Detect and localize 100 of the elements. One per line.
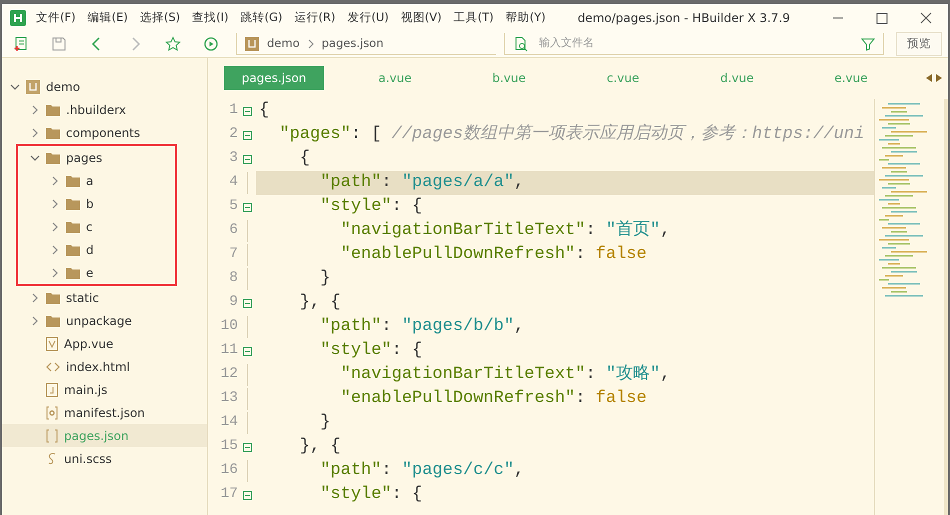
code-line: } [319,412,332,434]
fold-icon[interactable] [242,490,252,500]
tree-item[interactable]: d [18,238,175,261]
tree-item-label: pages.json [64,428,129,444]
scroll-left-icon[interactable] [926,74,932,82]
folder-icon [46,314,60,326]
settings-file-icon [46,406,58,420]
tree-item[interactable]: demo [2,75,207,98]
maximize-icon[interactable] [875,12,889,24]
preview-button[interactable]: 预览 [896,32,942,56]
line-number: 15 [220,437,238,456]
chevron-down-icon[interactable] [30,152,40,162]
code-line: "style": { [319,340,424,362]
tree-item-label: c [86,218,93,236]
fold-icon[interactable] [242,154,252,164]
line-number: 14 [220,413,238,432]
tree-item[interactable]: .hbuilderx [2,98,207,121]
tree-item-label: uni.scss [64,450,112,468]
tree-item[interactable]: e [18,261,175,284]
tree-item[interactable]: App.vue [2,332,207,355]
line-number: 17 [220,485,238,504]
code-line: "navigationBarTitleText": "攻略", [340,364,672,386]
fold-icon[interactable] [242,346,252,356]
line-number: 7 [228,245,238,264]
line-number: 16 [220,461,238,480]
code-line: "path": "pages/b/b", [319,316,526,338]
tree-item[interactable]: main.js [2,378,207,401]
tree-item-label: index.html [66,358,130,376]
chevron-right-icon[interactable] [50,222,60,232]
code-line: } [319,268,332,290]
menu-item[interactable]: 运行(R) [288,8,342,26]
chevron-right-icon[interactable] [30,316,40,326]
chevron-right-icon[interactable] [50,176,60,186]
chevron-right-icon[interactable] [50,244,60,254]
save-icon[interactable] [51,36,67,52]
menu-item[interactable]: 查找(I) [186,8,234,26]
code-line: "navigationBarTitleText": "首页", [340,219,672,242]
chevron-right-icon[interactable] [30,104,40,114]
scrollbar[interactable] [944,99,948,515]
tree-item[interactable]: pages [18,146,175,169]
menu-item[interactable]: 帮助(Y) [500,8,552,26]
tree-item[interactable]: manifest.json [2,401,207,424]
close-icon[interactable] [919,12,933,24]
tree-item[interactable]: index.html [2,355,207,378]
menu-item[interactable]: 编辑(E) [82,8,134,26]
code-line: "pages": [ //pages数组中第一项表示应用启动页，参考：https://uni [278,123,866,146]
scss-file-icon [46,452,58,466]
folder-icon [66,198,80,210]
folder-icon [46,104,60,116]
line-number: 1 [228,101,238,120]
filter-icon[interactable] [861,36,875,50]
tree-item[interactable]: b [18,192,175,215]
tree-item[interactable]: a [18,169,175,192]
file-search-field[interactable]: 输入文件名 [537,34,853,53]
menu-item[interactable]: 视图(V) [394,8,448,26]
tree-item-label: App.vue [64,336,114,352]
breadcrumb-item[interactable]: pages.json [322,34,384,52]
folder-icon [66,244,80,256]
tree-item[interactable]: uni.scss [2,447,207,470]
breadcrumb-item[interactable]: demo [267,34,300,52]
code-line: { [258,100,270,122]
line-number: 11 [220,341,238,360]
fold-icon[interactable] [242,130,252,140]
menu-item[interactable]: 文件(F) [30,8,82,26]
fold-icon[interactable] [242,202,252,212]
tree-item[interactable]: static [2,286,207,309]
code-line: "style": { [319,196,424,218]
star-icon[interactable] [165,36,181,52]
tree-item-label: unpackage [66,312,132,330]
chevron-down-icon[interactable] [10,82,20,92]
tree-item-label: pages [66,150,102,166]
code-line: "style": { [319,484,424,506]
folder-icon [66,266,80,278]
chevron-right-icon[interactable] [50,268,60,278]
menu-item[interactable]: 发行(U) [341,8,395,26]
tree-item[interactable]: unpackage [2,309,207,332]
search-bar[interactable]: 输入文件名 [504,33,884,55]
menu-item[interactable]: 工具(T) [448,8,500,26]
tree-item-label: static [66,290,99,306]
run-icon[interactable] [203,36,219,52]
line-number: 10 [220,317,238,336]
js-file-icon [46,382,58,396]
chevron-right-icon[interactable] [30,292,40,302]
line-number: 2 [228,125,238,144]
chevron-right-icon[interactable] [30,128,40,138]
fold-icon[interactable] [242,442,252,452]
tree-item-label: e [86,264,94,282]
fold-icon[interactable] [242,106,252,116]
tree-item-label: d [86,242,94,258]
menu-item[interactable]: 选择(S) [134,8,186,26]
app-logo-icon [10,10,26,26]
menu-item[interactable]: 跳转(G) [234,8,288,26]
new-file-icon[interactable] [13,36,29,52]
tree-item-label: b [86,196,94,212]
chevron-right-icon[interactable] [50,198,60,208]
tree-item[interactable]: components [2,121,207,144]
tree-item[interactable]: c [18,215,175,238]
tree-item-label: main.js [64,382,108,398]
fold-icon[interactable] [242,298,252,308]
scroll-right-icon[interactable] [936,74,942,82]
